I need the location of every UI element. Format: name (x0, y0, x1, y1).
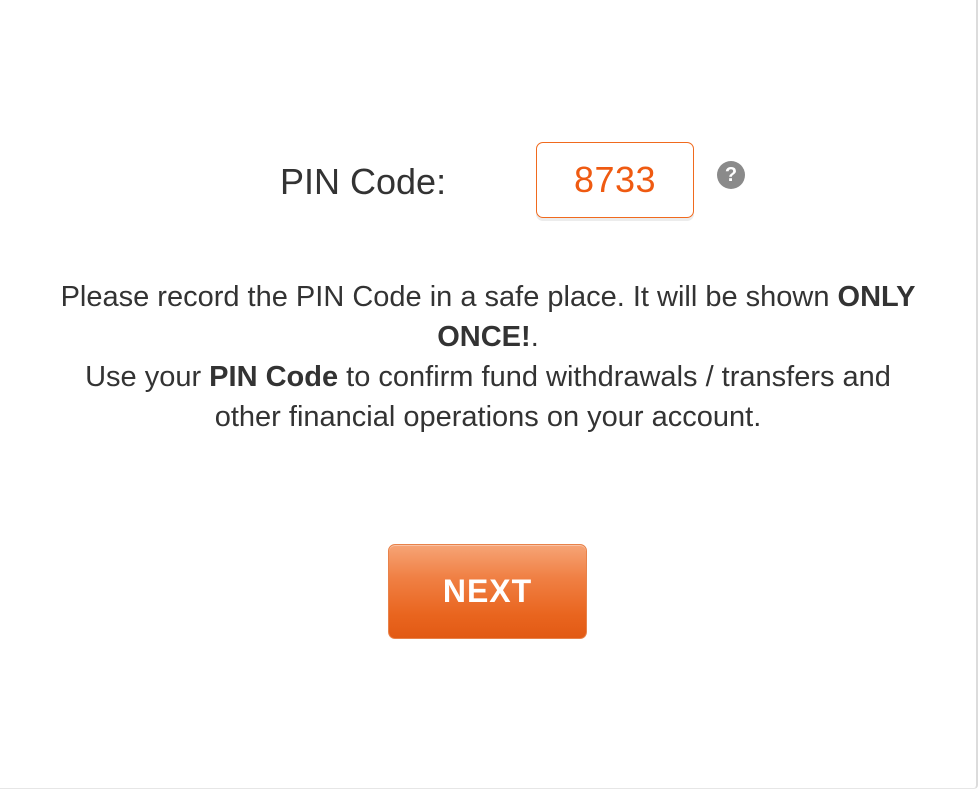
instruction-text: Use your (85, 361, 210, 393)
pin-code-instructions: Please record the PIN Code in a safe pla… (60, 277, 916, 437)
instruction-text: . (530, 321, 539, 353)
pin-code-display: 8733 (536, 142, 694, 218)
instruction-text: Please record the PIN Code in a safe pla… (60, 281, 838, 313)
instruction-emphasis-pin-code: PIN Code (209, 361, 339, 393)
pin-code-value: 8733 (573, 159, 657, 200)
pin-code-row: PIN Code: 8733 ? (0, 142, 976, 222)
pin-code-panel: PIN Code: 8733 ? Please record the PIN C… (0, 0, 978, 789)
next-button[interactable]: NEXT (388, 544, 587, 639)
pin-code-label: PIN Code: (280, 161, 447, 202)
question-circle-icon[interactable]: ? (717, 161, 745, 189)
